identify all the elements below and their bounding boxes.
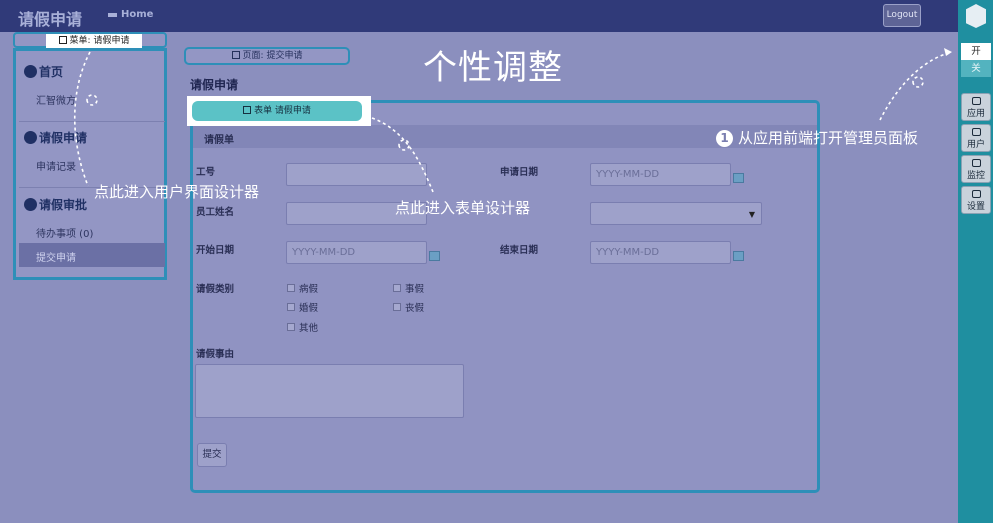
edit-icon bbox=[972, 97, 981, 105]
app-label: 应用 bbox=[966, 109, 985, 119]
app-button[interactable]: 应用 bbox=[961, 93, 991, 121]
arrow-menu bbox=[73, 51, 91, 187]
arrow-form bbox=[371, 117, 434, 193]
arrow-head bbox=[944, 48, 952, 56]
admin-panel-annotation: 1 从应用前端打开管理员面板 bbox=[716, 127, 918, 148]
form-designer-annotation: 点此进入表单设计器 bbox=[395, 199, 531, 217]
admin-panel-text: 从应用前端打开管理员面板 bbox=[738, 129, 919, 147]
annotation-arrows bbox=[73, 48, 953, 193]
gear-icon bbox=[972, 190, 981, 198]
admin-toggle[interactable]: 开 关 bbox=[961, 43, 991, 77]
monitor-button[interactable]: 监控 bbox=[961, 155, 991, 183]
arrow-form-loop bbox=[398, 139, 410, 151]
settings-label: 设置 bbox=[966, 202, 985, 212]
toggle-off[interactable]: 关 bbox=[961, 60, 991, 77]
arrow-menu-loop bbox=[86, 94, 98, 106]
user-label: 用户 bbox=[966, 140, 985, 150]
user-button[interactable]: 用户 bbox=[961, 124, 991, 152]
step-number-badge: 1 bbox=[716, 130, 733, 147]
logo-cube-icon bbox=[966, 4, 986, 28]
admin-toolbar bbox=[958, 0, 993, 523]
ui-designer-annotation: 点此进入用户界面设计器 bbox=[94, 183, 260, 201]
arrow-admin bbox=[879, 51, 953, 121]
settings-button[interactable]: 设置 bbox=[961, 186, 991, 214]
user-icon bbox=[972, 128, 981, 136]
toggle-on[interactable]: 开 bbox=[961, 43, 991, 60]
arrow-admin-loop bbox=[912, 76, 924, 88]
monitor-label: 监控 bbox=[966, 171, 985, 181]
monitor-icon bbox=[972, 159, 981, 167]
